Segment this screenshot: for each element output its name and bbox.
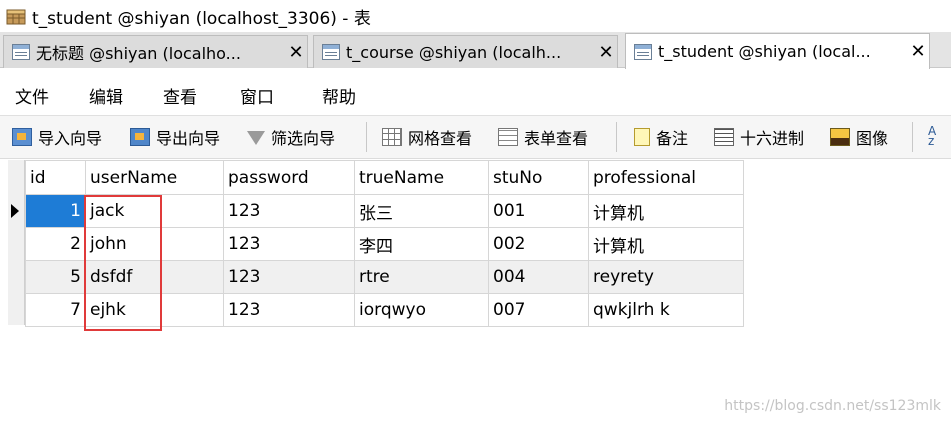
cell-password[interactable]: 123 <box>223 260 355 294</box>
cell-professional[interactable]: 计算机 <box>588 194 744 228</box>
cell-truename[interactable]: rtre <box>354 260 489 294</box>
cell-password[interactable]: 123 <box>223 227 355 261</box>
cell-truename[interactable]: 张三 <box>354 194 489 228</box>
cell-truename[interactable]: 李四 <box>354 227 489 261</box>
toolbar-divider <box>366 122 367 152</box>
cell-professional[interactable]: 计算机 <box>588 227 744 261</box>
tab-label: t_student @shiyan (local... <box>658 42 871 61</box>
close-icon[interactable]: ✕ <box>907 41 929 62</box>
sort-icon[interactable]: Az <box>928 125 948 147</box>
cell-stuno[interactable]: 007 <box>488 293 589 327</box>
tab-bar: 无标题 @shiyan (localho... ✕ t_course @shiy… <box>0 32 951 69</box>
toolbar-divider <box>616 122 617 152</box>
column-header-stuno[interactable]: stuNo <box>488 160 589 195</box>
tab-label: 无标题 @shiyan (localho... <box>36 44 241 63</box>
table-icon <box>634 43 652 60</box>
table-header-row: id userName password trueName stuNo prof… <box>25 160 744 195</box>
menu-file[interactable]: 文件 <box>15 83 49 108</box>
column-header-password[interactable]: password <box>223 160 355 195</box>
form-view-button[interactable]: 表单查看 <box>498 125 588 149</box>
button-label: 图像 <box>856 129 889 148</box>
row-header-column <box>8 160 25 325</box>
menu-edit[interactable]: 编辑 <box>89 83 123 108</box>
grid-view-icon <box>382 128 402 146</box>
memo-button[interactable]: 备注 <box>634 125 688 149</box>
cell-professional[interactable]: qwkjlrh k <box>588 293 744 327</box>
import-wizard-button[interactable]: 导入向导 <box>12 125 102 149</box>
query-icon <box>12 44 30 60</box>
filter-wizard-button[interactable]: 筛选向导 <box>247 125 335 149</box>
image-icon <box>830 128 850 146</box>
menu-help[interactable]: 帮助 <box>322 83 356 108</box>
toolbar: 导入向导 导出向导 筛选向导 网格查看 表单查看 备注 十六进制 图像 Az <box>0 115 951 159</box>
cell-stuno[interactable]: 004 <box>488 260 589 294</box>
cell-id[interactable]: 5 <box>25 260 86 294</box>
button-label: 表单查看 <box>524 129 589 148</box>
cell-truename[interactable]: iorqwyo <box>354 293 489 327</box>
import-icon <box>12 128 32 146</box>
filter-icon <box>247 131 265 145</box>
menu-bar: 文件 编辑 查看 窗口 帮助 <box>0 75 951 113</box>
grid-view-button[interactable]: 网格查看 <box>382 125 472 149</box>
button-label: 筛选向导 <box>271 129 336 148</box>
button-label: 导出向导 <box>156 129 221 148</box>
cell-password[interactable]: 123 <box>223 194 355 228</box>
title-bar: t_student @shiyan (localhost_3306) - 表 <box>0 0 951 32</box>
cell-password[interactable]: 123 <box>223 293 355 327</box>
close-icon[interactable]: ✕ <box>595 42 617 63</box>
cell-id[interactable]: 1 <box>25 194 86 228</box>
cell-professional[interactable]: reyrety <box>588 260 744 294</box>
close-icon[interactable]: ✕ <box>285 42 307 63</box>
button-label: 导入向导 <box>38 129 103 148</box>
current-row-pointer-icon <box>11 204 19 218</box>
menu-window[interactable]: 窗口 <box>240 83 274 108</box>
button-label: 网格查看 <box>408 129 473 148</box>
button-label: 十六进制 <box>740 129 805 148</box>
cell-stuno[interactable]: 002 <box>488 227 589 261</box>
export-wizard-button[interactable]: 导出向导 <box>130 125 220 149</box>
tab-untitled[interactable]: 无标题 @shiyan (localho... ✕ <box>3 35 308 68</box>
form-view-icon <box>498 128 518 146</box>
window-title: t_student @shiyan (localhost_3306) - 表 <box>32 8 371 29</box>
column-header-id[interactable]: id <box>25 160 86 195</box>
button-label: 备注 <box>656 129 689 148</box>
memo-icon <box>634 128 650 146</box>
tab-t-course[interactable]: t_course @shiyan (localh... ✕ <box>313 35 618 68</box>
cell-stuno[interactable]: 001 <box>488 194 589 228</box>
column-header-truename[interactable]: trueName <box>354 160 489 195</box>
watermark-text: https://blog.csdn.net/ss123mlk <box>724 398 941 414</box>
tab-t-student[interactable]: t_student @shiyan (local... ✕ <box>625 33 930 69</box>
hex-icon <box>714 128 734 146</box>
table-app-icon <box>6 7 26 25</box>
tab-label: t_course @shiyan (localh... <box>346 42 562 62</box>
cell-id[interactable]: 7 <box>25 293 86 327</box>
annotation-highlight-box <box>84 195 162 331</box>
toolbar-divider <box>912 122 913 152</box>
hex-button[interactable]: 十六进制 <box>714 125 804 149</box>
menu-view[interactable]: 查看 <box>163 83 197 108</box>
column-header-username[interactable]: userName <box>85 160 224 195</box>
export-icon <box>130 128 150 146</box>
table-icon <box>322 44 340 60</box>
column-header-professional[interactable]: professional <box>588 160 744 195</box>
cell-id[interactable]: 2 <box>25 227 86 261</box>
image-button[interactable]: 图像 <box>830 125 888 149</box>
